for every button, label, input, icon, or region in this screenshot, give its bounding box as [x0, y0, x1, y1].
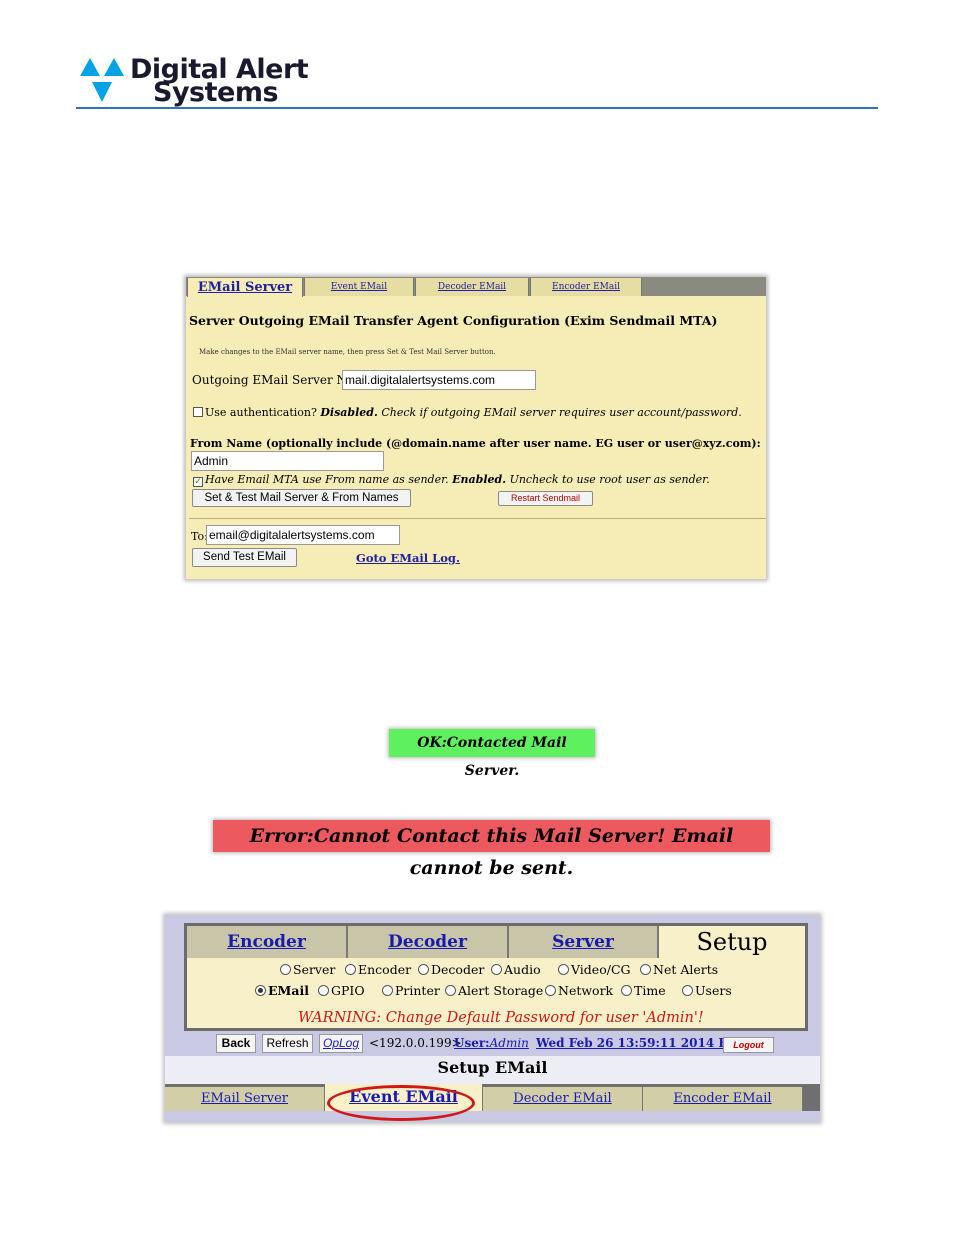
- radio-users[interactable]: Users: [682, 983, 732, 998]
- radio-net-alerts-label: Net Alerts: [653, 962, 719, 977]
- mta-row: ✓ Have Email MTA use From name as sender.…: [193, 473, 710, 487]
- radio-encoder-label: Encoder: [358, 962, 412, 977]
- logo-triangles-icon: [80, 58, 124, 102]
- main-tabs: Encoder Decoder Server Setup: [187, 926, 805, 958]
- setup-panel: Encoder Decoder Server Setup Server Enco…: [165, 915, 820, 1122]
- radio-alert-storage[interactable]: Alert Storage: [445, 983, 543, 998]
- radio-decoder[interactable]: Decoder: [418, 962, 484, 977]
- radio-gpio[interactable]: GPIO: [318, 983, 365, 998]
- radio-video-cg[interactable]: Video/CG: [558, 962, 631, 977]
- radio-network-icon: [545, 985, 556, 996]
- auth-row: Use authentication? Disabled. Check if o…: [193, 406, 742, 419]
- tab-encoder[interactable]: Encoder: [187, 926, 348, 958]
- auth-state: Disabled.: [320, 406, 378, 419]
- radio-time-label: Time: [634, 983, 666, 998]
- mta-checkbox[interactable]: ✓: [193, 477, 203, 487]
- radio-printer-icon: [382, 985, 393, 996]
- tab-event-email[interactable]: Event EMail: [304, 278, 414, 296]
- radio-network[interactable]: Network: [545, 983, 613, 998]
- logo-text-line2: Systems: [153, 77, 279, 108]
- header-divider: [76, 107, 878, 109]
- radio-time[interactable]: Time: [621, 983, 666, 998]
- from-name-input[interactable]: Admin: [191, 451, 384, 471]
- radio-encoder-icon: [345, 964, 356, 975]
- subtab-decoder-email[interactable]: Decoder EMail: [483, 1087, 643, 1111]
- server-name-input[interactable]: mail.digitalalertsystems.com: [342, 370, 536, 390]
- company-logo: Digital Alert Systems: [78, 54, 338, 108]
- radio-net-alerts[interactable]: Net Alerts: [640, 962, 718, 977]
- radio-net-alerts-icon: [640, 964, 651, 975]
- email-tabs: EMail Server Event EMail Decoder EMail E…: [186, 277, 766, 297]
- radio-gpio-label: GPIO: [331, 983, 365, 998]
- radio-video-cg-icon: [558, 964, 569, 975]
- radio-alert-storage-icon: [445, 985, 456, 996]
- mta-state: Enabled.: [452, 473, 507, 486]
- logout-button[interactable]: Logout: [723, 1037, 774, 1053]
- radio-printer-label: Printer: [395, 983, 440, 998]
- back-button[interactable]: Back: [216, 1034, 256, 1053]
- auth-label: Use authentication?: [205, 406, 317, 419]
- tab-email-server[interactable]: EMail Server: [187, 278, 303, 297]
- setup-nav-box: Encoder Decoder Server Setup Server Enco…: [184, 923, 808, 1031]
- radio-alert-storage-label: Alert Storage: [458, 983, 544, 998]
- tab-decoder[interactable]: Decoder: [348, 926, 509, 958]
- auth-checkbox[interactable]: [193, 407, 203, 417]
- user-name: Admin: [489, 1036, 529, 1050]
- radio-server[interactable]: Server: [280, 962, 335, 977]
- section-divider: [189, 518, 766, 519]
- radio-email-icon: [255, 985, 266, 996]
- radio-gpio-icon: [318, 985, 329, 996]
- radio-time-icon: [621, 985, 632, 996]
- password-warning: WARNING: Change Default Password for use…: [298, 1010, 704, 1026]
- page-title: Setup EMail: [165, 1056, 820, 1084]
- config-title: Server Outgoing EMail Transfer Agent Con…: [189, 313, 718, 328]
- oplog-button[interactable]: OpLog: [319, 1034, 363, 1053]
- radio-row-1: Server Encoder Decoder Audio Video/CG Ne…: [187, 962, 805, 982]
- config-note: Make changes to the EMail server name, t…: [199, 348, 496, 356]
- tab-server[interactable]: Server: [509, 926, 659, 958]
- error-status-banner: Error:Cannot Contact this Mail Server! E…: [213, 820, 770, 879]
- subtab-encoder-email[interactable]: Encoder EMail: [643, 1087, 803, 1111]
- mta-hint: Uncheck to use root user as sender.: [509, 473, 710, 486]
- ip-address: <192.0.0.199>: [369, 1036, 462, 1050]
- to-email-input[interactable]: email@digitalalertsystems.com: [206, 525, 400, 545]
- radio-decoder-icon: [418, 964, 429, 975]
- radio-printer[interactable]: Printer: [382, 983, 440, 998]
- restart-sendmail-button[interactable]: Restart Sendmail: [498, 491, 593, 506]
- tab-decoder-email[interactable]: Decoder EMail: [415, 278, 529, 296]
- email-server-panel: EMail Server Event EMail Decoder EMail E…: [186, 277, 766, 579]
- tab-encoder-email[interactable]: Encoder EMail: [530, 278, 642, 296]
- radio-decoder-label: Decoder: [431, 962, 485, 977]
- email-sub-tabs: EMail Server Event EMail Decoder EMail E…: [165, 1084, 820, 1111]
- radio-network-label: Network: [558, 983, 614, 998]
- tab-setup[interactable]: Setup: [659, 926, 805, 958]
- radio-users-label: Users: [695, 983, 732, 998]
- radio-encoder[interactable]: Encoder: [345, 962, 411, 977]
- radio-row-2: EMail GPIO Printer Alert Storage Network…: [187, 983, 805, 1003]
- radio-email-label: EMail: [268, 983, 309, 998]
- radio-email[interactable]: EMail: [255, 983, 309, 998]
- subtab-email-server[interactable]: EMail Server: [165, 1087, 325, 1111]
- refresh-button[interactable]: Refresh: [262, 1034, 313, 1053]
- user-link[interactable]: User:Admin: [454, 1036, 529, 1050]
- radio-video-cg-label: Video/CG: [571, 962, 631, 977]
- radio-server-icon: [280, 964, 291, 975]
- user-prefix: User:: [454, 1036, 490, 1050]
- radio-audio-icon: [491, 964, 502, 975]
- auth-hint: Check if outgoing EMail server requires …: [381, 406, 742, 419]
- set-test-mail-server-button[interactable]: Set & Test Mail Server & From Names: [192, 489, 411, 507]
- from-name-label: From Name (optionally include (@domain.n…: [190, 437, 761, 450]
- ok-status-banner: OK:Contacted Mail Server.: [389, 729, 595, 779]
- mta-label: Have Email MTA use From name as sender.: [205, 473, 449, 486]
- highlight-ellipse: [327, 1085, 475, 1121]
- datetime-link[interactable]: Wed Feb 26 13:59:11 2014 EST: [536, 1036, 745, 1050]
- radio-audio-label: Audio: [504, 962, 541, 977]
- radio-server-label: Server: [293, 962, 336, 977]
- send-test-email-button[interactable]: Send Test EMail: [192, 548, 297, 567]
- email-log-link[interactable]: Goto EMail Log.: [356, 551, 460, 565]
- radio-users-icon: [682, 985, 693, 996]
- radio-audio[interactable]: Audio: [491, 962, 541, 977]
